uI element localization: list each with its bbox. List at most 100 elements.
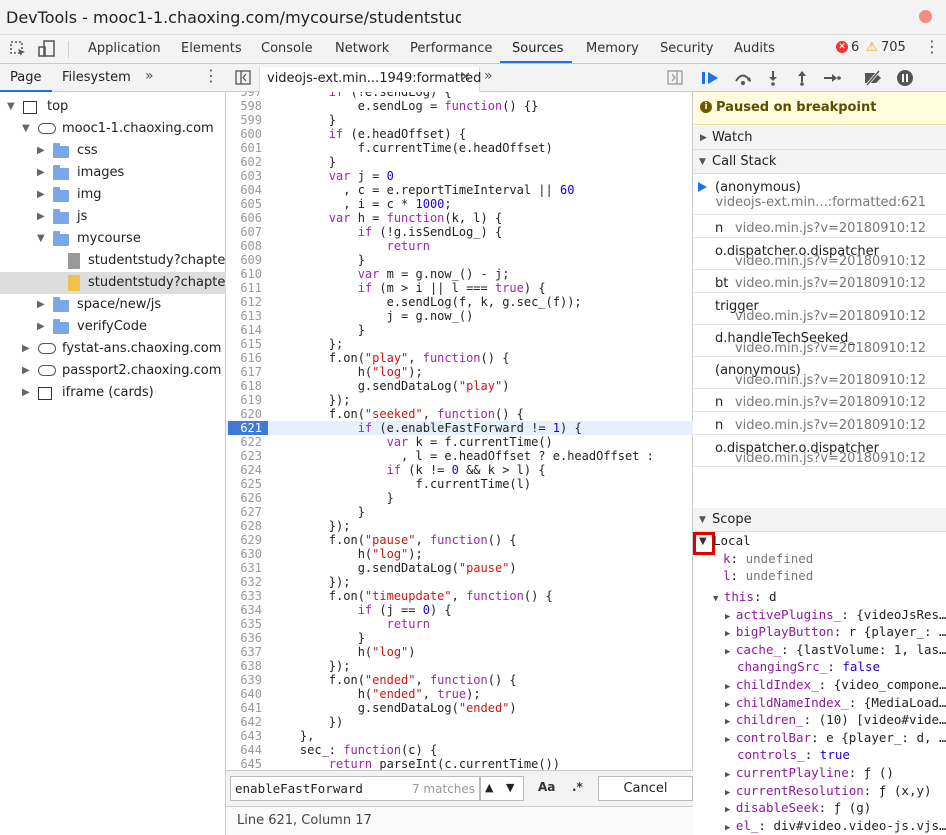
cancel-button[interactable]: Cancel <box>598 776 693 801</box>
line-number[interactable]: 614 <box>226 323 262 337</box>
tab-audits[interactable]: Audits <box>734 41 775 56</box>
line-number[interactable]: 645 <box>226 757 262 770</box>
line-number[interactable]: 633 <box>226 589 262 603</box>
line-number[interactable]: 611 <box>226 281 262 295</box>
line-number[interactable]: 605 <box>226 197 262 211</box>
breakpoint-line[interactable]: 621 if (e.enableFastForward != 1) { <box>226 421 693 435</box>
match-case-button[interactable]: Aa <box>538 780 555 794</box>
code-line[interactable]: 644 sec_: function(c) { <box>226 743 693 757</box>
code-line[interactable]: 641 g.sendDataLog("ended") <box>226 701 693 715</box>
tree-row[interactable]: ▶ js <box>0 206 226 228</box>
navigator-menu-icon[interactable]: ⋮ <box>203 68 219 84</box>
code-line[interactable]: 598 e.sendLog = function() {} <box>226 99 693 113</box>
tab-sources[interactable]: Sources <box>512 41 563 56</box>
more-tabs-icon[interactable]: » <box>145 68 154 84</box>
previous-match-icon[interactable]: ▲ <box>485 781 493 794</box>
collapsed-arrow-icon[interactable]: ▶ <box>22 360 30 382</box>
line-number[interactable]: 615 <box>226 337 262 351</box>
resume-icon[interactable] <box>701 70 721 90</box>
tree-row[interactable]: ▶ img <box>0 184 226 206</box>
inspect-element-icon[interactable] <box>10 41 27 61</box>
line-number[interactable]: 637 <box>226 645 262 659</box>
line-number[interactable]: 609 <box>226 253 262 267</box>
search-input[interactable]: enableFastForward <box>235 781 363 796</box>
code-line[interactable]: 639 f.on("ended", function() { <box>226 673 693 687</box>
tab-page[interactable]: Page <box>10 70 41 85</box>
line-number[interactable]: 604 <box>226 183 262 197</box>
frame-location[interactable]: video.min.js?v=20180910:12 <box>735 276 926 291</box>
line-number[interactable]: 641 <box>226 701 262 715</box>
call-frame[interactable]: trigger video.min.js?v=20180910:12 <box>693 293 946 325</box>
line-number[interactable]: 623 <box>226 449 262 463</box>
call-frame[interactable]: o.dispatcher.o.dispatcher video.min.js?v=… <box>693 435 946 467</box>
code-line[interactable]: 608 return <box>226 239 693 253</box>
object-property[interactable]: ▶ children_: (10) [video#vide… <box>725 711 946 729</box>
line-number[interactable]: 638 <box>226 659 262 673</box>
editor-tab[interactable]: videojs-ext.min...1949:formatted ✕ <box>259 67 481 92</box>
call-frame[interactable]: bt video.min.js?v=20180910:12 <box>693 270 946 293</box>
expanded-arrow-icon[interactable]: ▼ <box>7 96 15 118</box>
line-number[interactable]: 606 <box>226 211 262 225</box>
code-line[interactable]: 622 var k = f.currentTime() <box>226 435 693 449</box>
line-number[interactable]: 607 <box>226 225 262 239</box>
tab-performance[interactable]: Performance <box>410 41 492 56</box>
line-number[interactable]: 627 <box>226 505 262 519</box>
toggle-navigator-icon[interactable] <box>235 70 251 89</box>
code-line[interactable]: 638 }); <box>226 659 693 673</box>
line-number[interactable]: 630 <box>226 547 262 561</box>
code-line[interactable]: 627 } <box>226 505 693 519</box>
pause-on-exceptions-icon[interactable] <box>897 70 913 86</box>
tab-console[interactable]: Console <box>261 41 313 56</box>
step-into-icon[interactable] <box>765 70 781 90</box>
tab-network[interactable]: Network <box>335 41 389 56</box>
collapsed-arrow-icon[interactable]: ▶ <box>37 206 45 228</box>
collapsed-arrow-icon[interactable]: ▶ <box>37 294 45 316</box>
frame-location[interactable]: videojs-ext.min...:formatted:621 <box>716 195 926 210</box>
line-number[interactable]: 634 <box>226 603 262 617</box>
tree-row[interactable]: ▶ fystat-ans.chaoxing.com <box>0 338 226 360</box>
line-number[interactable]: 620 <box>226 407 262 421</box>
code-line[interactable]: 618 g.sendDataLog("play") <box>226 379 693 393</box>
call-frame[interactable]: o.dispatcher.o.dispatcher video.min.js?v=… <box>693 238 946 270</box>
tab-elements[interactable]: Elements <box>181 41 242 56</box>
tree-row[interactable]: ▶ space/new/js <box>0 294 226 316</box>
step-out-icon[interactable] <box>794 70 810 90</box>
frame-location[interactable]: video.min.js?v=20180910:12 <box>735 451 926 466</box>
watch-section-header[interactable]: ▶ Watch <box>693 126 946 150</box>
line-number[interactable]: 617 <box>226 365 262 379</box>
line-number[interactable]: 629 <box>226 533 262 547</box>
line-number[interactable]: 601 <box>226 141 262 155</box>
code-line[interactable]: 640 h("ended", true); <box>226 687 693 701</box>
tree-row[interactable]: ▼ mycourse <box>0 228 226 250</box>
code-line[interactable]: 635 return <box>226 617 693 631</box>
object-property[interactable]: ▶ el_: div#video.video-js.vjs… <box>725 817 946 835</box>
line-number[interactable]: 640 <box>226 687 262 701</box>
line-number[interactable]: 635 <box>226 617 262 631</box>
tree-row[interactable]: ▶ iframe (cards) <box>0 382 226 404</box>
line-number[interactable]: 631 <box>226 561 262 575</box>
code-line[interactable]: 634 if (j == 0) { <box>226 603 693 617</box>
code-line[interactable]: 624 if (k != 0 && k > l) { <box>226 463 693 477</box>
object-property[interactable]: ▶ bigPlayButton: r {player_: … <box>725 623 946 641</box>
call-frame[interactable]: n video.min.js?v=20180910:12 <box>693 215 946 238</box>
object-property[interactable]: ▶ childIndex_: {video_compone… <box>725 676 946 694</box>
code-line[interactable]: 615 }; <box>226 337 693 351</box>
error-count[interactable]: 6 <box>851 40 859 55</box>
deactivate-breakpoints-icon[interactable] <box>863 70 883 90</box>
code-line[interactable]: 633 f.on("timeupdate", function() { <box>226 589 693 603</box>
expanded-arrow-icon[interactable]: ▼ <box>22 118 30 140</box>
tree-row[interactable]: studentstudy?chapterId= <box>0 250 254 272</box>
line-number[interactable]: 603 <box>226 169 262 183</box>
code-line[interactable]: 617 h("log"); <box>226 365 693 379</box>
object-property[interactable]: ▶ activePlugins_: {videoJsRes… <box>725 606 946 624</box>
frame-location[interactable]: video.min.js?v=20180910:12 <box>735 395 926 410</box>
object-property[interactable]: changingSrc_: false <box>725 658 946 676</box>
close-icon[interactable] <box>919 10 932 23</box>
step-icon[interactable] <box>823 70 841 90</box>
code-line[interactable]: 601 f.currentTime(e.headOffset) <box>226 141 693 155</box>
tree-row[interactable]: ▼ top <box>0 96 226 118</box>
code-line[interactable]: 610 var m = g.now_() - j; <box>226 267 693 281</box>
code-line[interactable]: 604 , c = e.reportTimeInterval || 60 <box>226 183 693 197</box>
tab-memory[interactable]: Memory <box>586 41 639 56</box>
code-line[interactable]: 628 }); <box>226 519 693 533</box>
